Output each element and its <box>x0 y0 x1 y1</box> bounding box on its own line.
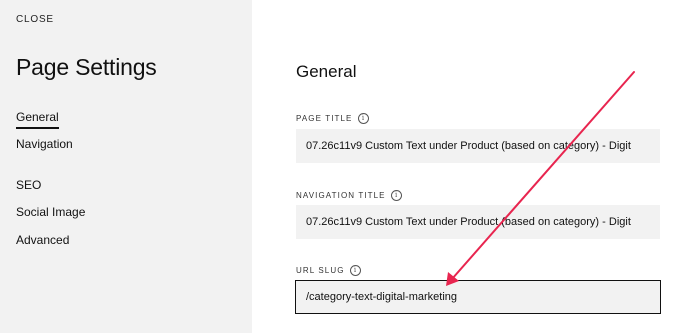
sidebar-item-seo[interactable]: SEO <box>16 178 41 192</box>
main-panel: General PAGE TITLE i NAVIGATION TITLE i … <box>252 0 700 333</box>
url-slug-label: URL SLUG i <box>296 265 361 276</box>
info-icon[interactable]: i <box>357 113 369 124</box>
navigation-title-input[interactable] <box>296 205 660 239</box>
page-title-label-text: PAGE TITLE <box>296 114 353 123</box>
sidebar-item-advanced[interactable]: Advanced <box>16 233 69 247</box>
navigation-title-label: NAVIGATION TITLE i <box>296 190 402 201</box>
sidebar: CLOSE Page Settings General Navigation S… <box>0 0 252 333</box>
close-button[interactable]: CLOSE <box>16 14 54 25</box>
sidebar-item-general[interactable]: General <box>16 110 59 129</box>
page-title-input[interactable] <box>296 129 660 163</box>
page-title-label: PAGE TITLE i <box>296 113 369 124</box>
url-slug-label-text: URL SLUG <box>296 266 345 275</box>
sidebar-title: Page Settings <box>16 54 157 80</box>
info-icon[interactable]: i <box>349 265 361 276</box>
navigation-title-label-text: NAVIGATION TITLE <box>296 191 386 200</box>
sidebar-item-navigation[interactable]: Navigation <box>16 137 73 151</box>
info-icon[interactable]: i <box>390 190 402 201</box>
url-slug-input[interactable] <box>295 280 661 314</box>
sidebar-item-social-image[interactable]: Social Image <box>16 205 85 219</box>
section-title: General <box>296 62 357 81</box>
